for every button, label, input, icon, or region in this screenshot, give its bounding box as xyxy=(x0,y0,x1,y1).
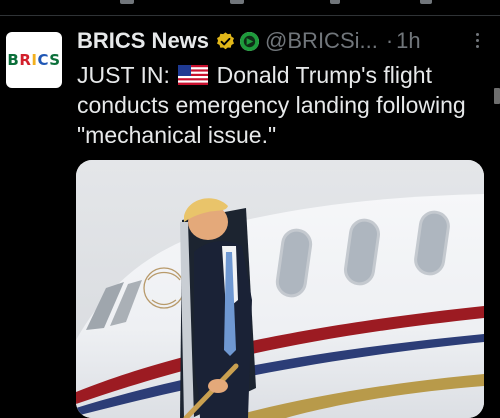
tweet-media-image[interactable] xyxy=(76,160,484,418)
author-handle[interactable]: @BRICSi... xyxy=(265,28,378,54)
tweet-text: JUST IN: Donald Trump's flight conducts … xyxy=(77,60,477,150)
like-icon[interactable] xyxy=(330,0,340,4)
tweet-header: BRICS News @BRICSi... · 1h xyxy=(77,27,497,55)
avatar-letter: B xyxy=(7,51,20,69)
us-flag-icon xyxy=(178,62,209,85)
avatar-letter: R xyxy=(19,51,32,69)
avatar-letter: S xyxy=(49,51,61,69)
previous-tweet-action-row xyxy=(0,0,500,14)
display-name[interactable]: BRICS News xyxy=(77,28,209,54)
tweet-text-prefix: JUST IN: xyxy=(77,62,170,88)
retweet-icon[interactable] xyxy=(230,0,244,4)
avatar-logo: BRICS xyxy=(7,51,60,69)
share-icon[interactable] xyxy=(420,0,432,4)
separator-dot: · xyxy=(385,28,394,53)
tweet-divider xyxy=(0,15,500,16)
avatar[interactable]: BRICS xyxy=(6,32,62,88)
avatar-letter: C xyxy=(37,51,50,69)
scrollbar-thumb[interactable] xyxy=(494,88,500,104)
reply-icon[interactable] xyxy=(120,0,134,4)
more-options-icon[interactable] xyxy=(474,31,480,51)
verified-badge-icon[interactable] xyxy=(215,31,236,52)
affiliate-badge-icon[interactable] xyxy=(240,31,260,51)
tweet-timestamp[interactable]: 1h xyxy=(396,28,420,54)
